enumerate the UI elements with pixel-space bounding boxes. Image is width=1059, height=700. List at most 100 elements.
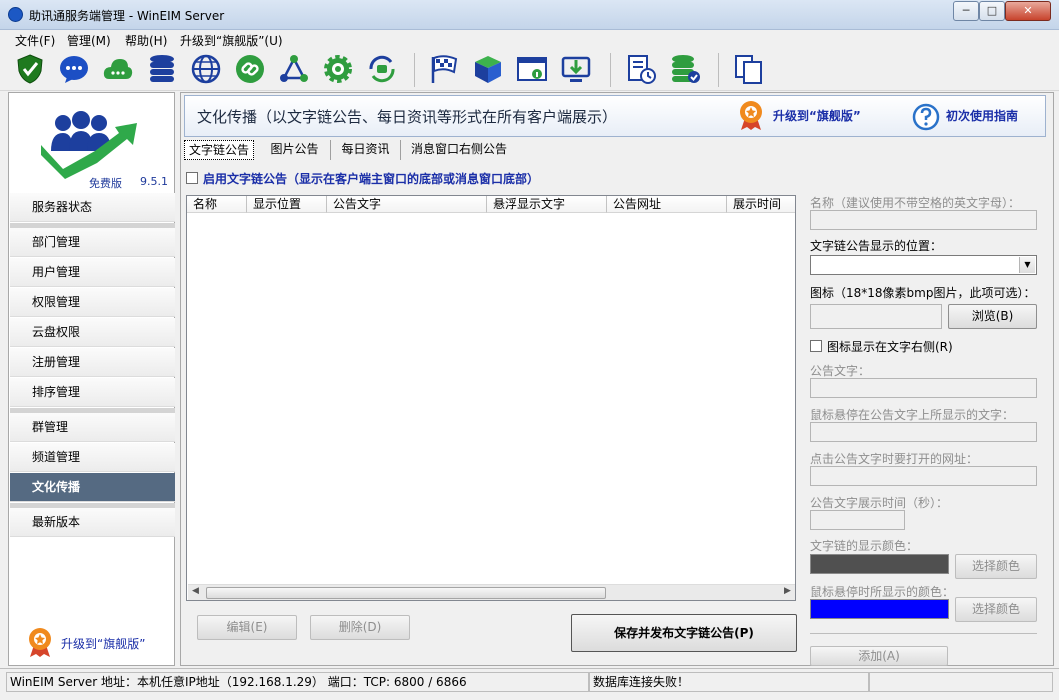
help-question-icon[interactable] xyxy=(912,103,940,131)
url-label: 点击公告文字时要打开的网址： xyxy=(810,452,979,466)
time-label: 公告文字展示时间（秒）： xyxy=(810,496,949,510)
scroll-right-icon[interactable]: ▶ xyxy=(784,586,791,596)
hover-color-swatch xyxy=(810,599,949,619)
app-icon xyxy=(8,7,23,22)
icon-right-label: 图标显示在文字右侧(R) xyxy=(827,340,953,354)
enable-text-link-label: 启用文字链公告（显示在客户端主窗口的底部或消息窗口底部） xyxy=(203,172,540,186)
document-clock-icon[interactable] xyxy=(625,53,657,85)
tab-image-notice[interactable]: 图片公告 xyxy=(259,140,331,160)
medal-icon xyxy=(740,101,762,130)
scroll-left-icon[interactable]: ◀ xyxy=(192,586,199,596)
horizontal-scrollbar[interactable]: ◀ ▶ xyxy=(188,584,795,600)
icon-label: 图标（18*18像素bmp图片，此项可选）： xyxy=(810,286,1036,300)
sidebar-item-cloud-permissions[interactable]: 云盘权限 xyxy=(10,318,175,347)
scrollbar-thumb[interactable] xyxy=(206,587,606,599)
link-icon[interactable] xyxy=(234,53,266,85)
sidebar-item-server-status[interactable]: 服务器状态 xyxy=(10,193,175,222)
app-logo xyxy=(41,111,137,179)
time-input[interactable] xyxy=(810,510,905,530)
toolbar-separator xyxy=(610,53,611,87)
menu-upgrade[interactable]: 升级到“旗舰版”(U) xyxy=(180,32,283,49)
choose-hover-color-button[interactable]: 选择颜色 xyxy=(955,597,1037,622)
tab-message-window-notice[interactable]: 消息窗口右侧公告 xyxy=(401,140,517,160)
publish-button[interactable]: 保存并发布文字链公告(P) xyxy=(571,614,797,652)
sidebar-item-groups[interactable]: 群管理 xyxy=(10,413,175,442)
enable-text-link-checkbox[interactable] xyxy=(186,172,198,184)
tab-daily-news[interactable]: 每日资讯 xyxy=(331,140,401,160)
form-divider xyxy=(810,633,1037,634)
name-label: 名称（建议使用不带空格的英文字母）： xyxy=(810,196,1021,210)
version-label: 9.5.1 xyxy=(140,175,168,188)
chevron-down-icon[interactable]: ▼ xyxy=(1019,257,1035,273)
maximize-button[interactable]: □ xyxy=(979,1,1005,21)
sidebar-item-departments[interactable]: 部门管理 xyxy=(10,228,175,257)
copy-pages-icon[interactable] xyxy=(733,53,765,85)
header-upgrade-link[interactable]: 升级到“旗舰版” xyxy=(773,107,861,124)
database-icon[interactable] xyxy=(146,53,178,85)
menu-bar: 文件(F) 管理(M) 帮助(H) 升级到“旗舰版”(U) xyxy=(0,30,1059,49)
edit-button[interactable]: 编辑(E) xyxy=(197,615,297,640)
edition-label: 免费版 xyxy=(89,177,122,190)
toolbar-separator xyxy=(414,53,415,87)
title-bar: 助讯通服务端管理 - WinEIM Server ─ □ ✕ xyxy=(0,0,1059,30)
browse-button[interactable]: 浏览(B) xyxy=(948,304,1037,329)
database-check-icon[interactable] xyxy=(669,53,701,85)
minimize-button[interactable]: ─ xyxy=(953,1,979,21)
status-panel-empty xyxy=(869,672,1053,692)
column-header[interactable]: 悬浮显示文字 xyxy=(487,196,607,213)
network-nodes-icon[interactable] xyxy=(278,53,310,85)
sidebar-item-culture[interactable]: 文化传播 xyxy=(10,473,175,502)
server-address-status: WinEIM Server 地址：本机任意IP地址（192.168.1.29） … xyxy=(6,672,589,692)
column-header[interactable]: 显示位置 xyxy=(247,196,327,213)
column-header[interactable]: 公告文字 xyxy=(327,196,487,213)
notice-table[interactable]: 名称 显示位置 公告文字 悬浮显示文字 公告网址 展示时间 ◀ ▶ xyxy=(186,195,796,601)
notice-text-input[interactable] xyxy=(810,378,1037,398)
menu-manage[interactable]: 管理(M) xyxy=(67,32,111,49)
page-title: 文化传播（以文字链公告、每日资讯等形式在所有客户端展示） xyxy=(197,108,618,126)
monitor-download-icon[interactable] xyxy=(560,53,592,85)
database-status: 数据库连接失败！ xyxy=(589,672,869,692)
delete-button[interactable]: 删除(D) xyxy=(310,615,410,640)
menu-help[interactable]: 帮助(H) xyxy=(125,32,167,49)
column-header[interactable]: 名称 xyxy=(187,196,247,213)
window-title: 助讯通服务端管理 - WinEIM Server xyxy=(29,9,225,23)
medal-icon xyxy=(29,628,51,657)
tab-text-link[interactable]: 文字链公告 xyxy=(184,140,254,160)
text-color-swatch xyxy=(810,554,949,574)
sidebar-item-channels[interactable]: 频道管理 xyxy=(10,443,175,472)
text-label: 公告文字： xyxy=(810,364,871,378)
icon-path-input[interactable] xyxy=(810,304,942,329)
close-button[interactable]: ✕ xyxy=(1005,1,1051,21)
url-input[interactable] xyxy=(810,466,1037,486)
sidebar-upgrade-link[interactable]: 升级到“旗舰版” xyxy=(61,635,145,652)
column-header[interactable]: 公告网址 xyxy=(607,196,727,213)
hover-color-label: 鼠标悬停时所显示的颜色： xyxy=(810,585,955,599)
hover-text-input[interactable] xyxy=(810,422,1037,442)
position-label: 文字链公告显示的位置： xyxy=(810,239,943,253)
toolbar-separator xyxy=(718,53,719,87)
sidebar-item-registration[interactable]: 注册管理 xyxy=(10,348,175,377)
globe-icon[interactable] xyxy=(190,53,222,85)
color-label: 文字链的显示颜色： xyxy=(810,539,919,553)
position-select[interactable]: ▼ xyxy=(810,255,1037,275)
name-input[interactable] xyxy=(810,210,1037,230)
sidebar-item-sorting[interactable]: 排序管理 xyxy=(10,378,175,407)
menu-file[interactable]: 文件(F) xyxy=(15,32,55,49)
gear-icon[interactable] xyxy=(322,53,354,85)
cloud-icon[interactable] xyxy=(102,53,134,85)
sidebar-item-latest-version[interactable]: 最新版本 xyxy=(10,508,175,537)
sync-chat-icon[interactable] xyxy=(366,53,398,85)
choose-text-color-button[interactable]: 选择颜色 xyxy=(955,554,1037,579)
race-flag-icon[interactable] xyxy=(428,53,460,85)
chat-bubble-icon[interactable] xyxy=(58,53,90,85)
icon-right-checkbox[interactable] xyxy=(810,340,822,352)
column-header[interactable]: 展示时间 xyxy=(727,196,795,213)
status-bar: WinEIM Server 地址：本机任意IP地址（192.168.1.29） … xyxy=(0,668,1059,700)
header-guide-link[interactable]: 初次使用指南 xyxy=(946,107,1018,124)
add-button[interactable]: 添加(A) xyxy=(810,646,948,666)
sidebar-item-users[interactable]: 用户管理 xyxy=(10,258,175,287)
shield-check-icon[interactable] xyxy=(14,53,46,85)
sidebar-item-permissions[interactable]: 权限管理 xyxy=(10,288,175,317)
cube-icon[interactable] xyxy=(472,53,504,85)
browser-info-icon[interactable] xyxy=(516,53,548,85)
